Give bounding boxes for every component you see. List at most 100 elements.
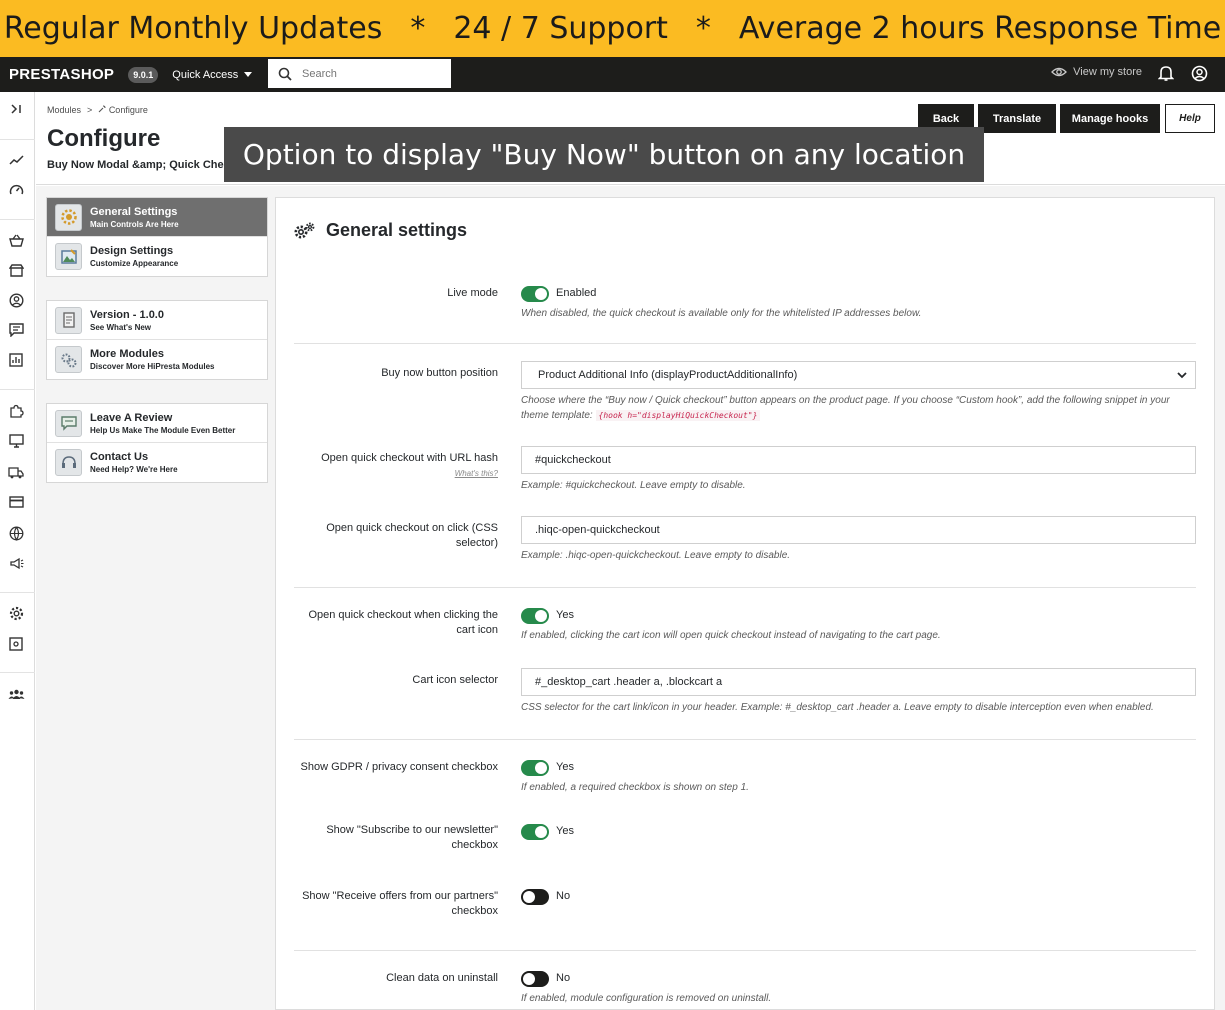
- sidebar-item-title: General Settings: [90, 205, 178, 218]
- account-icon[interactable]: [1191, 65, 1208, 82]
- url-hash-input[interactable]: #quickcheckout: [521, 446, 1196, 474]
- partners-state: No: [556, 890, 571, 902]
- clean-data-help: If enabled, module configuration is remo…: [521, 993, 772, 1004]
- newsletter-label: Show "Subscribe to our newsletter" check…: [326, 824, 498, 851]
- newsletter-toggle[interactable]: [521, 824, 549, 840]
- sidebar-item-subtitle: Main Controls Are Here: [90, 219, 179, 229]
- sidebar-item-title: Design Settings: [90, 245, 174, 257]
- url-hash-label: Open quick checkout with URL hash What's…: [288, 451, 498, 481]
- partners-toggle[interactable]: [521, 889, 549, 905]
- gdpr-label: Show GDPR / privacy consent checkbox: [300, 761, 498, 773]
- live-mode-state: Enabled: [556, 287, 597, 299]
- prestashop-logo[interactable]: PRESTASHOP: [9, 66, 114, 83]
- banner-support: 24 / 7 Support: [453, 11, 668, 46]
- wrench-icon: [98, 105, 106, 113]
- live-mode-toggle[interactable]: [521, 286, 549, 302]
- breadcrumb: Modules > Configure: [47, 105, 148, 115]
- document-icon: [55, 306, 82, 334]
- toggle-knob: [535, 762, 547, 774]
- left-sidebar-nav: [0, 92, 35, 1010]
- url-hash-help: Example: #quickcheckout. Leave empty to …: [521, 480, 746, 491]
- feature-caption-overlay: Option to display "Buy Now" button on an…: [224, 127, 984, 182]
- banner-response: Average 2 hours Response Time: [738, 11, 1222, 46]
- breadcrumb-configure: Configure: [98, 105, 148, 115]
- bell-icon[interactable]: [1158, 65, 1174, 82]
- sidebar-item-title: Version - 1.0.0: [90, 308, 164, 321]
- help-button[interactable]: Help: [1165, 104, 1215, 133]
- advanced-parameters-icon[interactable]: [7, 635, 25, 653]
- speedometer-icon[interactable]: [7, 181, 25, 199]
- nav-divider: [0, 389, 35, 390]
- translate-button[interactable]: Translate: [978, 104, 1056, 133]
- stats-icon[interactable]: [7, 351, 25, 369]
- gdpr-toggle[interactable]: [521, 760, 549, 776]
- review-chat-icon: [55, 409, 82, 437]
- sidebar-item-title: Leave A Review: [90, 411, 173, 424]
- panel-title: General settings: [294, 220, 467, 241]
- newsletter-state: Yes: [556, 825, 574, 837]
- customer-icon[interactable]: [7, 291, 25, 309]
- toggle-knob: [523, 973, 535, 985]
- toggle-knob: [535, 610, 547, 622]
- search-box[interactable]: [268, 59, 451, 88]
- settings-gear-icon[interactable]: [7, 604, 25, 622]
- modules-gears-icon: [55, 346, 82, 373]
- marketing-megaphone-icon[interactable]: [7, 554, 25, 572]
- basket-icon[interactable]: [7, 231, 25, 249]
- breadcrumb-modules[interactable]: Modules: [47, 105, 81, 115]
- partners-label: Show "Receive offers from our partners" …: [302, 890, 498, 917]
- cart-icon-toggle[interactable]: [521, 608, 549, 624]
- buy-now-position-value: Product Additional Info (displayProductA…: [538, 369, 798, 381]
- messages-icon[interactable]: [7, 321, 25, 339]
- cart-icon-help: If enabled, clicking the cart icon will …: [521, 630, 941, 641]
- css-selector-input[interactable]: .hiqc-open-quickcheckout: [521, 516, 1196, 544]
- sidebar-item-contact-us[interactable]: Contact Us Need Help? We're Here: [47, 443, 267, 482]
- buy-now-position-label: Buy now button position: [381, 367, 498, 379]
- cart-icon-label: Open quick checkout when clicking the ca…: [308, 609, 498, 636]
- sidebar-item-version[interactable]: Version - 1.0.0 See What's New: [47, 301, 267, 340]
- shipping-truck-icon[interactable]: [7, 463, 25, 481]
- clean-data-state: No: [556, 972, 571, 984]
- collapse-menu-icon[interactable]: [7, 100, 25, 118]
- view-my-store-link[interactable]: View my store: [1051, 66, 1142, 78]
- sidebar-item-design-settings[interactable]: Design Settings Customize Appearance: [47, 237, 267, 276]
- sidebar-group-settings: General Settings Main Controls Are Here D…: [46, 197, 268, 277]
- gdpr-help: If enabled, a required checkbox is shown…: [521, 782, 749, 793]
- gears-icon: [294, 222, 315, 238]
- search-input[interactable]: [302, 67, 442, 80]
- sidebar-item-more-modules[interactable]: More Modules Discover More HiPresta Modul…: [47, 340, 267, 379]
- design-picture-icon: [55, 243, 82, 270]
- view-my-store-label: View my store: [1073, 66, 1142, 78]
- design-monitor-icon[interactable]: [7, 432, 25, 450]
- quick-access-label: Quick Access: [172, 68, 239, 81]
- banner-updates: Regular Monthly Updates: [3, 11, 383, 46]
- module-subtitle: Buy Now Modal &amp; Quick Checkout: [47, 159, 253, 171]
- payment-card-icon[interactable]: [7, 493, 25, 511]
- chevron-down-icon: [1177, 371, 1187, 378]
- sidebar-item-title: More Modules: [90, 348, 164, 360]
- sidebar-item-title: Contact Us: [90, 451, 149, 463]
- toggle-knob: [523, 891, 535, 903]
- page-title: Configure: [47, 125, 161, 152]
- nav-divider: [0, 592, 35, 593]
- manage-hooks-button[interactable]: Manage hooks: [1060, 104, 1160, 133]
- gdpr-state: Yes: [556, 761, 574, 773]
- section-divider: [294, 739, 1196, 740]
- modules-puzzle-icon[interactable]: [7, 402, 25, 420]
- buy-now-position-select[interactable]: Product Additional Info (displayProductA…: [521, 361, 1196, 389]
- sidebar-item-leave-review[interactable]: Leave A Review Help Us Make The Module Ev…: [47, 404, 267, 443]
- url-hash-label-text: Open quick checkout with URL hash: [321, 452, 498, 464]
- team-users-icon[interactable]: [7, 685, 25, 703]
- globe-icon[interactable]: [7, 524, 25, 542]
- whats-this-link[interactable]: What's this?: [288, 466, 498, 481]
- quick-access-menu[interactable]: Quick Access: [172, 68, 253, 81]
- live-mode-label: Live mode: [447, 287, 498, 299]
- eye-icon: [1051, 67, 1068, 77]
- sidebar-item-general-settings[interactable]: General Settings Main Controls Are Here: [47, 198, 267, 237]
- store-icon[interactable]: [7, 261, 25, 279]
- cart-selector-input[interactable]: #_desktop_cart .header a, .blockcart a: [521, 668, 1196, 696]
- dashboard-trend-icon[interactable]: [7, 151, 25, 169]
- clean-data-toggle[interactable]: [521, 971, 549, 987]
- sidebar-group-info: Version - 1.0.0 See What's New More Modul…: [46, 300, 268, 380]
- panel-title-text: General settings: [326, 220, 468, 240]
